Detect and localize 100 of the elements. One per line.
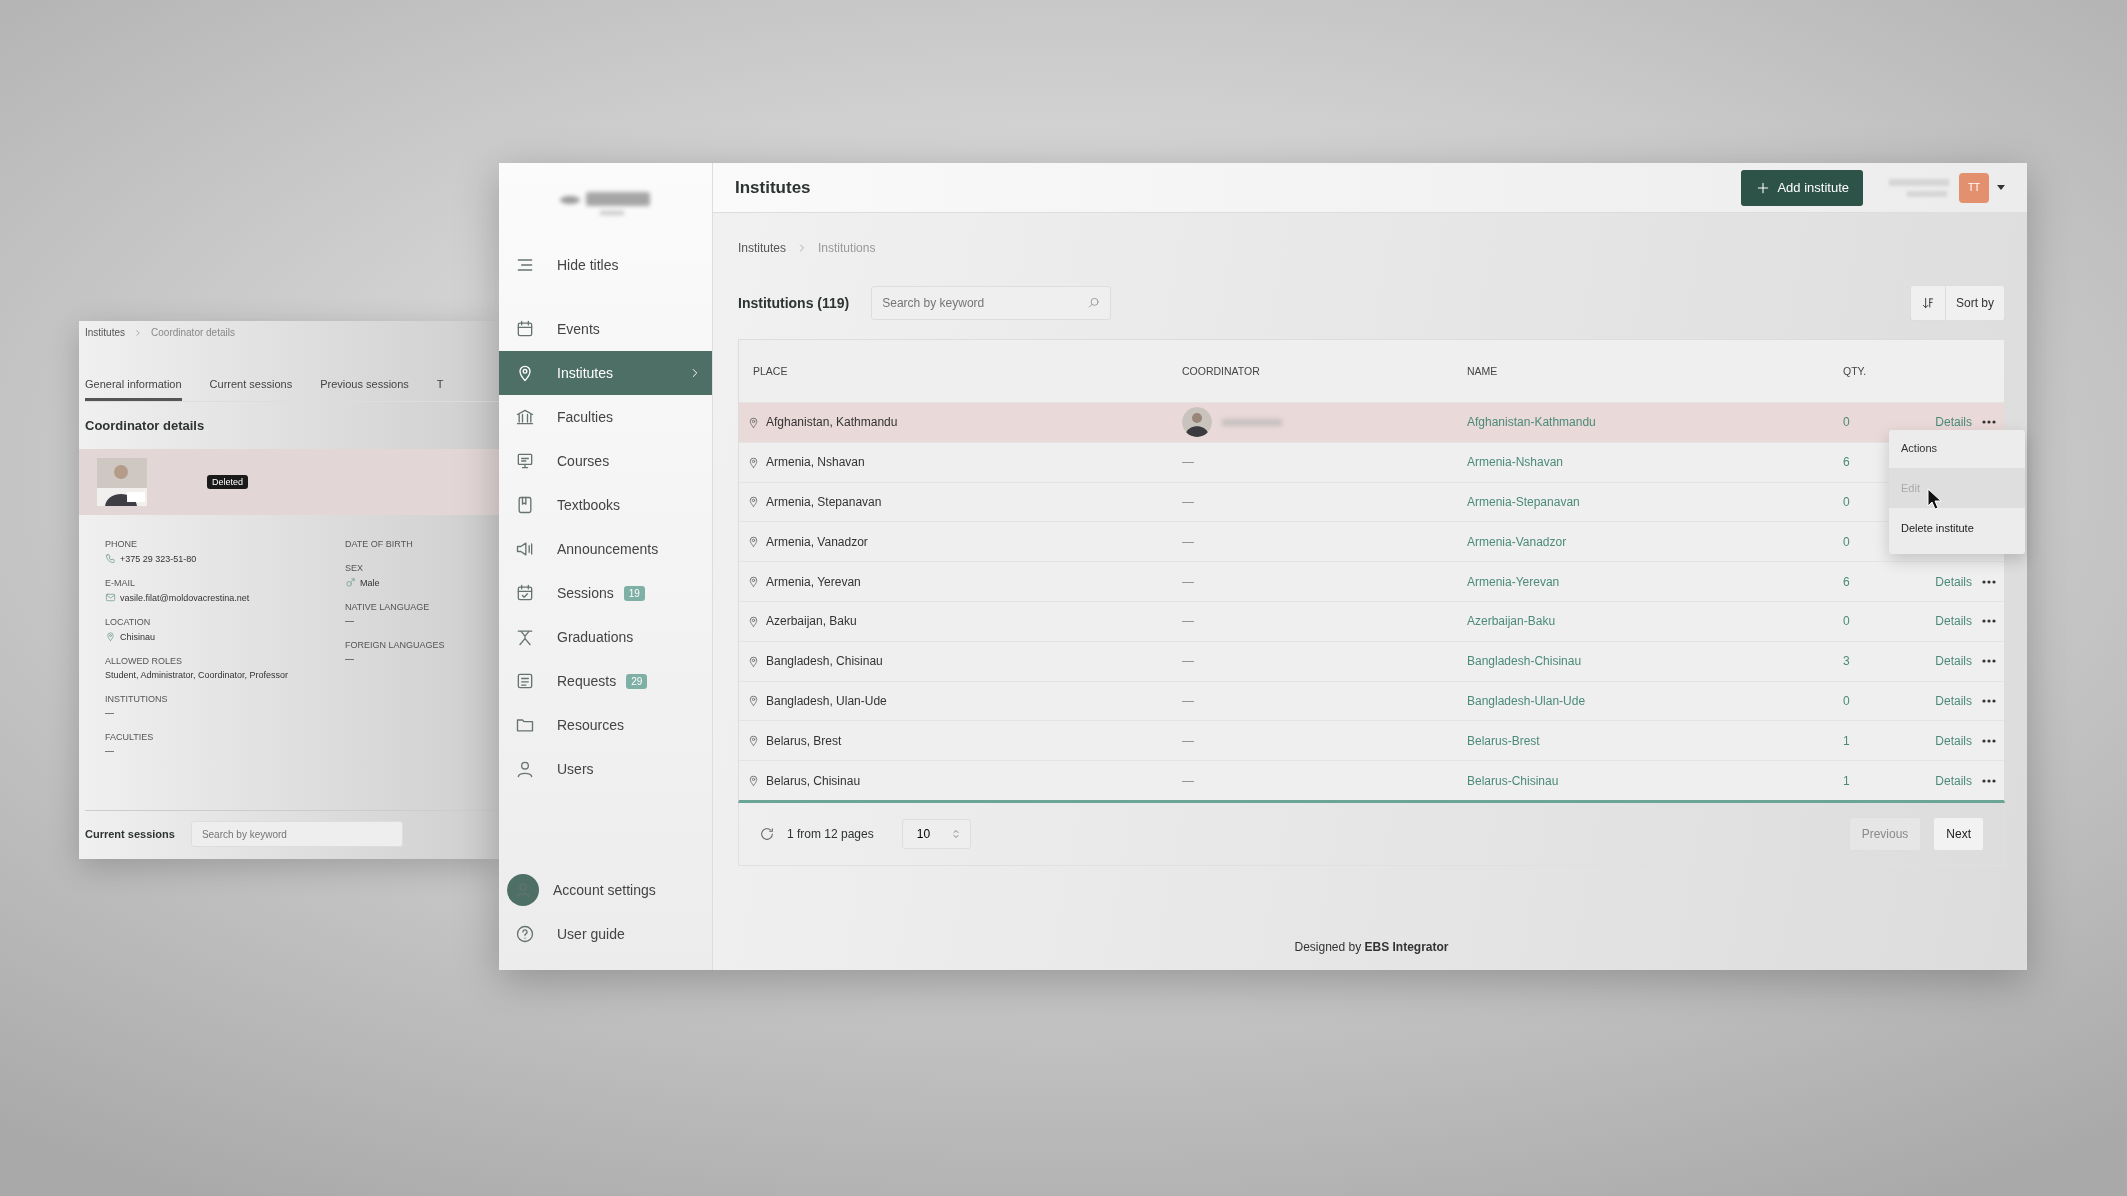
more-icon[interactable]: [1982, 778, 1996, 783]
calendar-icon: [515, 319, 535, 339]
table-row[interactable]: Belarus, Chisinau — Belarus-Chisinau 1 Details: [739, 760, 2004, 800]
details-link[interactable]: Details: [1935, 773, 1972, 788]
sidebar-item[interactable]: Users: [499, 747, 712, 791]
status-badge: Deleted: [207, 475, 249, 489]
tab[interactable]: Current sessions: [209, 378, 293, 401]
sidebar-item[interactable]: Textbooks: [499, 483, 712, 527]
breadcrumb-current: Coordinator details: [151, 327, 235, 338]
details-link[interactable]: Details: [1935, 574, 1972, 589]
column-header: COORDINATOR: [1182, 365, 1261, 377]
table-row[interactable]: Belarus, Brest — Belarus-Brest 1 Details: [739, 720, 2004, 761]
section-title: Current sessions: [85, 828, 175, 840]
sidebar-item[interactable]: Announcements: [499, 527, 712, 571]
table-row[interactable]: Azerbaijan, Baku — Azerbaijan-Baku 0 Details: [739, 601, 2004, 641]
place-cell: Bangladesh, Ulan-Ude: [766, 693, 887, 708]
name-link[interactable]: Belarus-Chisinau: [1467, 773, 1843, 788]
table-row[interactable]: Bangladesh, Ulan-Ude — Bangladesh-Ulan-Ude 0 Details: [739, 680, 2004, 721]
coordinator-cell: —: [1182, 733, 1194, 748]
field-label: FOREIGN LANGUAGES: [345, 640, 446, 650]
field-label: ALLOWED ROLES: [105, 656, 184, 666]
sidebar-item[interactable]: Institutes: [499, 351, 712, 395]
list-title: Institutions (119): [738, 295, 850, 311]
sidebar-item[interactable]: Sessions 19: [499, 571, 712, 615]
hide-titles-button[interactable]: Hide titles: [499, 243, 712, 287]
name-link[interactable]: Belarus-Brest: [1467, 733, 1843, 748]
place-cell: Armenia, Yerevan: [766, 574, 861, 589]
caret-icon[interactable]: [1997, 184, 2005, 191]
column-header: PLACE: [752, 365, 789, 377]
help-icon: [515, 924, 535, 944]
account-settings-link[interactable]: Account settings: [499, 868, 712, 912]
search-icon: [1087, 296, 1102, 310]
field-label: PHONE: [105, 539, 138, 549]
page-size-select[interactable]: 10: [901, 818, 972, 849]
sidebar-item[interactable]: Events: [499, 307, 712, 351]
details-link[interactable]: Details: [1935, 733, 1972, 748]
sidebar-item[interactable]: Graduations: [499, 615, 712, 659]
table-row[interactable]: Bangladesh, Chisinau — Bangladesh-Chisinau 3 Details: [739, 640, 2004, 681]
pin-icon: [747, 415, 760, 429]
tab[interactable]: T: [436, 378, 444, 401]
menu-title: Actions: [1900, 441, 1939, 456]
pin-icon: [105, 631, 116, 642]
pin-icon: [747, 694, 760, 708]
field-value: Chisinau: [120, 631, 156, 642]
breadcrumb-current: Institutions: [818, 241, 876, 255]
coordinator-cell: —: [1182, 455, 1194, 470]
search-field[interactable]: Search by keyword: [871, 286, 1112, 320]
more-icon[interactable]: [1982, 659, 1996, 664]
name-link[interactable]: Armenia-Nshavan: [1467, 455, 1843, 470]
footer-text: Designed by EBS Integrator: [1293, 940, 1450, 954]
sidebar-item[interactable]: Resources: [499, 703, 712, 747]
user-icon: [514, 881, 532, 899]
field-label: FACULTIES: [105, 732, 155, 742]
qty-cell: 0: [1843, 614, 1850, 629]
qty-cell: 6: [1843, 574, 1850, 589]
tab[interactable]: Previous sessions: [320, 378, 409, 401]
mail-icon: [105, 592, 116, 603]
tab[interactable]: General information: [85, 378, 182, 401]
count-badge: 19: [623, 585, 645, 601]
name-link[interactable]: Azerbaijan-Baku: [1467, 614, 1843, 629]
field-label: E-MAIL: [105, 578, 136, 588]
name-link[interactable]: Bangladesh-Ulan-Ude: [1467, 693, 1843, 708]
details-link[interactable]: Details: [1935, 614, 1972, 629]
name-link[interactable]: Bangladesh-Chisinau: [1467, 654, 1843, 669]
pin-icon: [747, 455, 760, 469]
coordinator-cell: —: [1182, 693, 1194, 708]
more-icon[interactable]: [1982, 738, 1996, 743]
more-icon[interactable]: [1982, 619, 1996, 624]
blurred-name: [1222, 418, 1282, 426]
name-link[interactable]: Armenia-Stepanavan: [1467, 495, 1843, 509]
next-button[interactable]: Next: [1933, 816, 1984, 851]
details-link[interactable]: Details: [1935, 693, 1972, 708]
field-value: —: [345, 654, 354, 664]
table-row[interactable]: Afghanistan, Kathmandu Afghanistan-Kathmandu 0 Details: [739, 402, 2004, 442]
details-link[interactable]: Details: [1935, 654, 1972, 669]
sort-icon: [1921, 296, 1935, 310]
more-icon[interactable]: [1982, 420, 1996, 425]
name-link[interactable]: Armenia-Yerevan: [1467, 574, 1843, 589]
name-link[interactable]: Armenia-Vanadzor: [1467, 534, 1843, 549]
pin-icon: [747, 575, 760, 589]
more-icon[interactable]: [1982, 698, 1996, 703]
user-icon: [515, 759, 535, 779]
user-guide-link[interactable]: User guide: [499, 912, 712, 956]
sidebar-item[interactable]: Courses: [499, 439, 712, 483]
add-button[interactable]: Add institute: [1741, 169, 1863, 206]
more-icon[interactable]: [1982, 579, 1996, 584]
table-row[interactable]: Armenia, Yerevan — Armenia-Yerevan 6 Details: [739, 561, 2004, 601]
cursor-icon: [1927, 488, 1943, 510]
field-label: DATE OF BIRTH: [345, 539, 414, 549]
place-cell: Azerbaijan, Baku: [766, 614, 857, 629]
breadcrumb-link[interactable]: Institutes: [85, 327, 126, 338]
field-value: Male: [360, 577, 380, 588]
refresh-icon: [759, 825, 775, 842]
sidebar-item[interactable]: Faculties: [499, 395, 712, 439]
page-title: Institutes: [735, 177, 811, 198]
search-field[interactable]: Search by keyword: [190, 821, 403, 847]
sidebar-item[interactable]: Requests 29: [499, 659, 712, 703]
breadcrumb-link[interactable]: Institutes: [738, 241, 787, 255]
page-info: 1 from 12 pages: [787, 826, 874, 841]
pin-icon: [747, 774, 760, 788]
